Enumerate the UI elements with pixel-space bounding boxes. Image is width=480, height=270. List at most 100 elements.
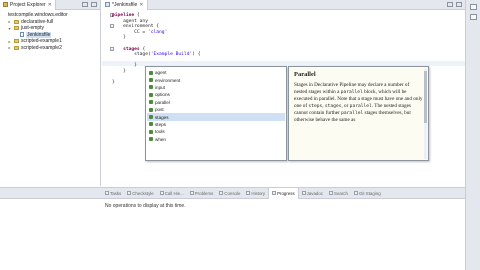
keyword-icon [149, 129, 153, 134]
assist-item[interactable]: post [147, 106, 285, 113]
view-toolbar [82, 2, 100, 7]
assist-item[interactable]: steps [147, 121, 285, 128]
doc-code: parallel [340, 90, 363, 95]
content-assist-list: agent environment input options parallel post… [145, 66, 287, 161]
tree-item-label: testcompile.windows.editor [8, 12, 68, 19]
tree-item-label: scripted-example2 [21, 44, 62, 51]
keyword-icon [149, 122, 153, 127]
tab-label: Progress [277, 190, 295, 196]
expand-arrow-icon[interactable]: ▸ [7, 39, 12, 44]
doc-scrollbar[interactable] [424, 69, 427, 159]
tab-label: Checkstyle [132, 190, 154, 196]
documentation-popup: Parallel Stages in Declarative Pipeline … [288, 66, 429, 161]
minimize-icon[interactable] [82, 2, 88, 7]
expand-arrow-icon[interactable]: ▸ [7, 19, 12, 24]
keyword-icon [149, 78, 153, 83]
assist-item-label: agent [155, 70, 167, 76]
tab-jenkinsfile[interactable]: *Jenkinsfile ✕ [102, 0, 148, 10]
tab-label: Git Staging [358, 190, 381, 196]
close-icon[interactable]: ✕ [139, 2, 143, 8]
tab-label: Project Explorer [10, 1, 46, 8]
tab-bottom-view[interactable]: Call Hie... [157, 188, 187, 199]
minimize-icon[interactable] [447, 2, 453, 7]
bottom-panel: Tasks Checkstyle Call Hie... Problems Consol… [0, 187, 465, 270]
assist-item[interactable]: agent [147, 69, 285, 76]
tab-bottom-view[interactable]: Git Staging [351, 188, 384, 199]
folder-icon [14, 45, 19, 50]
tab-label: History [251, 190, 266, 196]
scroll-thumb[interactable] [424, 71, 427, 123]
folder-icon [3, 2, 8, 7]
code-token: } [112, 68, 126, 74]
code-line: stage('Example Build') { [112, 52, 201, 58]
doc-code: parallel [341, 111, 364, 116]
task-list-icon[interactable] [469, 14, 477, 20]
doc-text: , or [341, 103, 350, 109]
assist-item[interactable]: when [147, 136, 285, 143]
tab-label: Call Hie... [164, 190, 184, 196]
bottom-tabbar: Tasks Checkstyle Call Hie... Problems Consol… [0, 187, 465, 199]
tab-label: Tasks [110, 190, 122, 196]
assist-item[interactable]: stages [147, 113, 285, 121]
code-token: environment { [112, 24, 160, 30]
assist-item-label: options [155, 92, 170, 98]
view-icon [219, 191, 224, 195]
tab-bottom-view[interactable]: Problems [187, 188, 217, 199]
tree-item-label: declarative-full [21, 18, 54, 25]
tab-project-explorer[interactable]: Project Explorer ✕ [0, 0, 56, 10]
view-icon [329, 191, 334, 195]
editor-toolbar [447, 2, 465, 7]
file-icon [20, 32, 24, 38]
code-token: stage( [112, 52, 151, 58]
tab-bottom-view[interactable]: History [243, 188, 268, 199]
tab-label: Problems [194, 190, 214, 196]
tab-bottom-view[interactable]: Search [326, 188, 351, 199]
assist-item[interactable]: options [147, 91, 285, 98]
close-icon[interactable]: ✕ [48, 2, 52, 8]
code-keyword: stages [112, 46, 140, 52]
project-explorer-view: Project Explorer ✕ testcompile.windows.e… [0, 0, 101, 186]
code-token: { [139, 46, 146, 52]
view-icon [127, 191, 132, 195]
code-token: ) { [192, 52, 201, 58]
tab-bottom-view[interactable]: Progress [268, 187, 299, 199]
tree-item-label: just-empty [21, 25, 45, 32]
doc-code: parallel [349, 104, 372, 109]
expand-arrow-icon[interactable]: ▾ [7, 26, 12, 31]
maximize-icon[interactable] [91, 2, 97, 7]
assist-item[interactable]: input [147, 84, 285, 91]
tree-item-label: Jenkinsfile [26, 31, 52, 38]
view-icon [272, 191, 277, 195]
code-token: } [112, 63, 137, 69]
editor-ruler: − − − [107, 12, 114, 98]
view-icon [159, 191, 164, 195]
tab-label: *Jenkinsfile [112, 1, 138, 8]
tab-bottom-view[interactable]: Tasks [102, 188, 124, 199]
maximize-icon[interactable] [456, 2, 462, 7]
code-token: agent any [112, 18, 148, 24]
tab-bottom-view[interactable]: Javadoc [299, 188, 326, 199]
tab-label: Console [224, 190, 241, 196]
keyword-icon [149, 92, 153, 97]
code-string: 'clang' [147, 29, 168, 35]
assist-item-label: steps [155, 121, 166, 127]
editor-tabbar: *Jenkinsfile ✕ [102, 0, 465, 10]
project-tree: testcompile.windows.editor ▸ declarative-f… [0, 10, 100, 53]
assist-item[interactable]: environment [147, 76, 285, 83]
assist-item[interactable]: parallel [147, 99, 285, 106]
tab-label: Search [334, 190, 348, 196]
assist-item[interactable]: tools [147, 128, 285, 135]
folder-icon [14, 19, 19, 24]
tab-bottom-view[interactable]: Checkstyle [124, 188, 156, 199]
assist-item-label: parallel [155, 99, 170, 105]
tab-label: Javadoc [306, 190, 324, 196]
view-icon [353, 191, 358, 195]
file-icon [105, 2, 110, 7]
tab-bottom-view[interactable]: Console [216, 188, 243, 199]
expand-arrow-icon[interactable]: ▸ [7, 45, 12, 50]
keyword-icon [149, 70, 153, 75]
doc-title: Parallel [294, 71, 316, 78]
tree-item[interactable]: ▸ scripted-example2 [1, 45, 99, 52]
keyword-icon [149, 107, 153, 112]
outline-icon[interactable] [469, 4, 477, 10]
